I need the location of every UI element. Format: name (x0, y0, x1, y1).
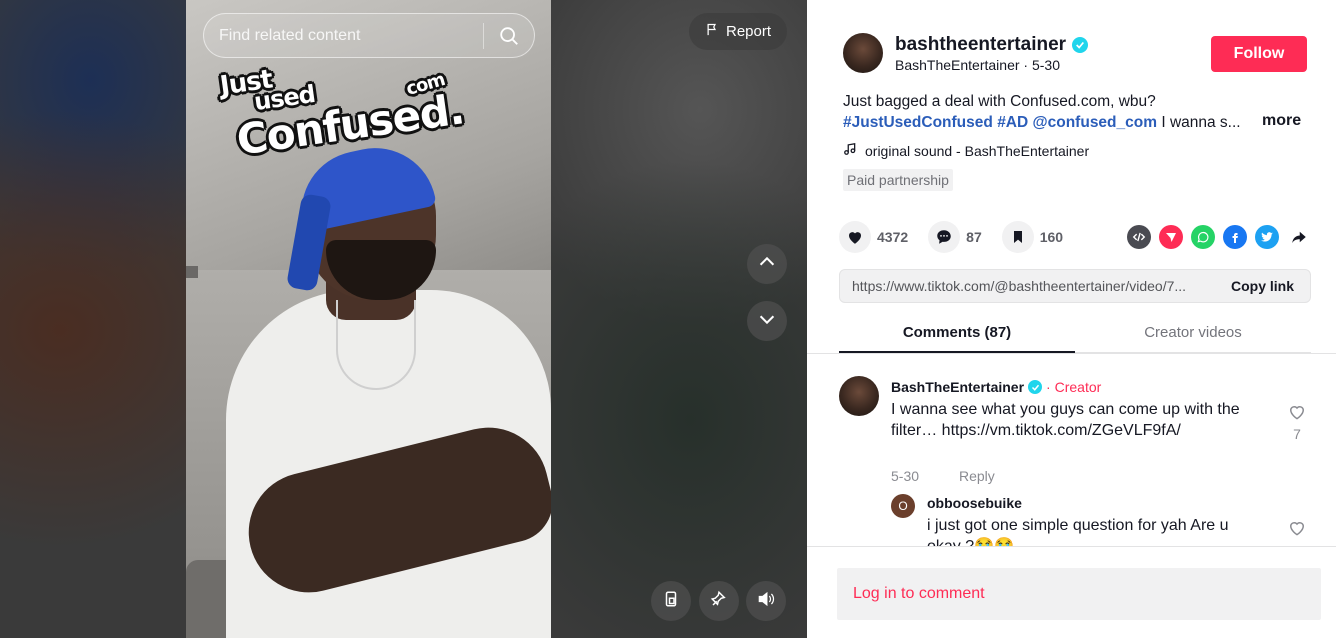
reply-avatar[interactable]: O (891, 494, 915, 518)
caption-truncated: I wanna s... (1161, 114, 1241, 131)
login-to-comment-button[interactable]: Log in to comment (837, 568, 1321, 620)
comments-footer-divider (807, 546, 1336, 547)
video-caption: Just bagged a deal with Confused.com, wb… (843, 91, 1303, 133)
send-icon[interactable] (1159, 225, 1183, 249)
verified-icon (1072, 37, 1089, 53)
hashtag-link[interactable]: #AD (997, 114, 1028, 131)
report-label: Report (725, 23, 772, 40)
paid-partnership-badge: Paid partnership (843, 169, 953, 191)
report-button[interactable]: Report (689, 13, 787, 50)
save-count: 160 (1039, 229, 1064, 245)
tab-creator-videos[interactable]: Creator videos (1075, 315, 1311, 352)
author-username-text: bashtheentertainer (895, 34, 1067, 55)
heart-outline-icon (1287, 406, 1307, 426)
search-bar (203, 13, 535, 58)
caption-line-2: #JustUsedConfused #AD @confused_com I wa… (843, 112, 1303, 133)
post-date: 5-30 (1031, 57, 1061, 73)
video-link-url[interactable]: https://www.tiktok.com/@bashtheentertain… (840, 278, 1221, 294)
comment-button[interactable]: 87 (928, 221, 982, 253)
twitter-icon[interactable] (1255, 225, 1279, 249)
video-link-box: https://www.tiktok.com/@bashtheentertain… (839, 269, 1311, 303)
subline-separator: · (1023, 57, 1032, 73)
caption-more-button[interactable]: more (1262, 112, 1301, 130)
floating-player-button[interactable] (699, 581, 739, 621)
comment-date: 5-30 (891, 468, 920, 484)
reply-text: i just got one simple question for yah A… (927, 517, 1229, 546)
share-arrow-icon[interactable] (1287, 225, 1311, 249)
comment-like-count: 7 (1293, 426, 1301, 442)
comment-author[interactable]: BashTheEntertainer · Creator (891, 379, 1101, 395)
mention-link[interactable]: @confused_com (1033, 114, 1158, 131)
tab-comments[interactable]: Comments (87) (839, 315, 1075, 353)
video-chain (336, 300, 416, 390)
share-icons (1127, 225, 1311, 249)
comment-list[interactable]: BashTheEntertainer · Creator I wanna see… (807, 354, 1336, 546)
confused-com-sticker: Just used Confused. com (218, 65, 466, 165)
hashtag-link[interactable]: #JustUsedConfused (843, 114, 993, 131)
volume-icon (756, 589, 776, 614)
phone-icon (662, 590, 680, 613)
comment-author-name: BashTheEntertainer (891, 379, 1025, 395)
details-panel: bashtheentertainer BashTheEntertainer · … (807, 0, 1336, 638)
search-input[interactable] (204, 14, 483, 57)
save-button[interactable]: 160 (1001, 221, 1064, 253)
comment-count: 87 (966, 229, 982, 245)
caption-text: Just bagged a deal with Confused.com, wb… (843, 93, 1156, 110)
author-username[interactable]: bashtheentertainer (895, 34, 1089, 56)
reply-like-button[interactable] (1285, 518, 1309, 543)
chevron-up-icon (756, 251, 778, 278)
author-avatar[interactable] (843, 33, 883, 73)
heart-icon (839, 221, 871, 253)
video-lamp (186, 266, 198, 278)
copy-link-button[interactable]: Copy link (1221, 278, 1310, 294)
comment-like-button[interactable] (1285, 402, 1309, 427)
previous-video-button[interactable] (747, 244, 787, 284)
facebook-icon[interactable] (1223, 225, 1247, 249)
app-root: Just used Confused. com Report (0, 0, 1336, 638)
like-count: 4372 (877, 229, 909, 245)
comment-text: I wanna see what you guys can come up wi… (891, 401, 1240, 439)
panel-tabs: Comments (87) Creator videos (839, 315, 1311, 353)
flag-icon (705, 22, 720, 41)
follow-button[interactable]: Follow (1211, 36, 1307, 72)
mini-player-button[interactable] (651, 581, 691, 621)
whatsapp-icon[interactable] (1191, 225, 1215, 249)
embed-icon[interactable] (1127, 225, 1151, 249)
search-icon[interactable] (484, 14, 534, 57)
video-player-area[interactable]: Just used Confused. com Report (0, 0, 807, 638)
chevron-down-icon (756, 308, 778, 335)
music-note-icon (843, 142, 857, 159)
reply-author-name[interactable]: obboosebuike (927, 495, 1022, 511)
sound-label: original sound - BashTheEntertainer (865, 142, 1090, 159)
comment-avatar[interactable] (839, 376, 879, 416)
verified-icon (1028, 380, 1043, 394)
next-video-button[interactable] (747, 301, 787, 341)
volume-button[interactable] (746, 581, 786, 621)
engagement-actions: 4372 87 160 (839, 221, 1083, 253)
comment-icon (928, 221, 961, 253)
reply-button[interactable]: Reply (959, 468, 995, 484)
sound-link[interactable]: original sound - BashTheEntertainer (843, 142, 1089, 159)
bookmark-icon (1001, 221, 1034, 253)
creator-badge: · Creator (1046, 379, 1102, 395)
author-subline: BashTheEntertainer · 5-30 (895, 57, 1060, 73)
like-button[interactable]: 4372 (839, 221, 908, 253)
pin-icon (710, 590, 728, 613)
author-display-name: BashTheEntertainer (895, 57, 1020, 73)
heart-outline-icon (1287, 522, 1307, 542)
